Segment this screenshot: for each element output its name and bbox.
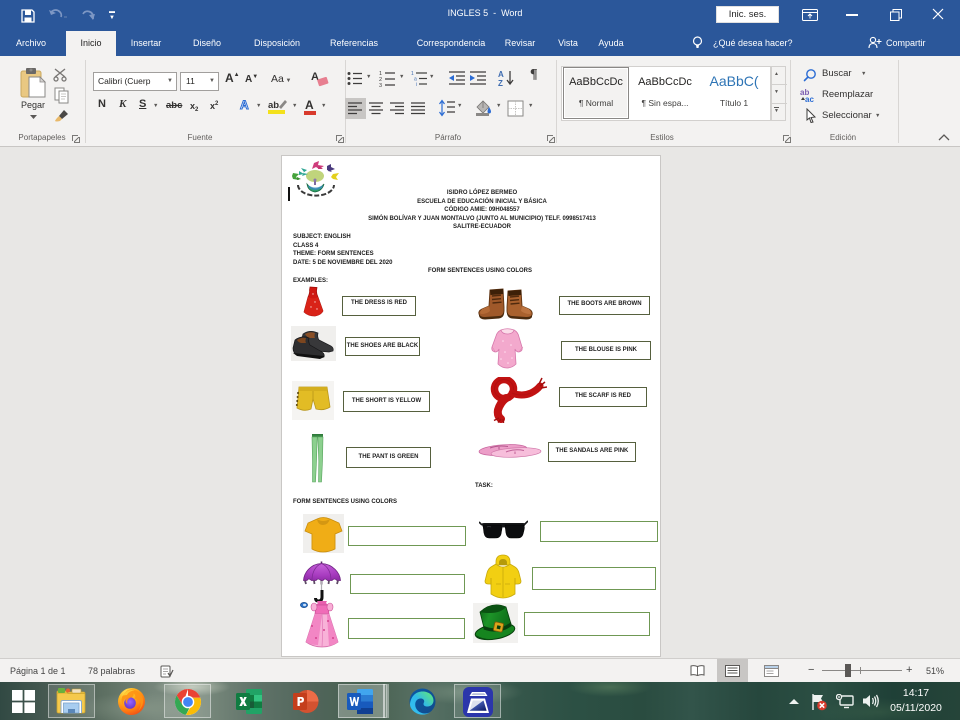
svg-text:ac: ac	[805, 95, 814, 102]
svg-text:ab: ab	[268, 100, 279, 111]
svg-text:Z: Z	[498, 79, 503, 87]
svg-text:i: i	[416, 82, 417, 87]
svg-text:3: 3	[379, 83, 382, 87]
svg-text:A: A	[498, 70, 504, 79]
